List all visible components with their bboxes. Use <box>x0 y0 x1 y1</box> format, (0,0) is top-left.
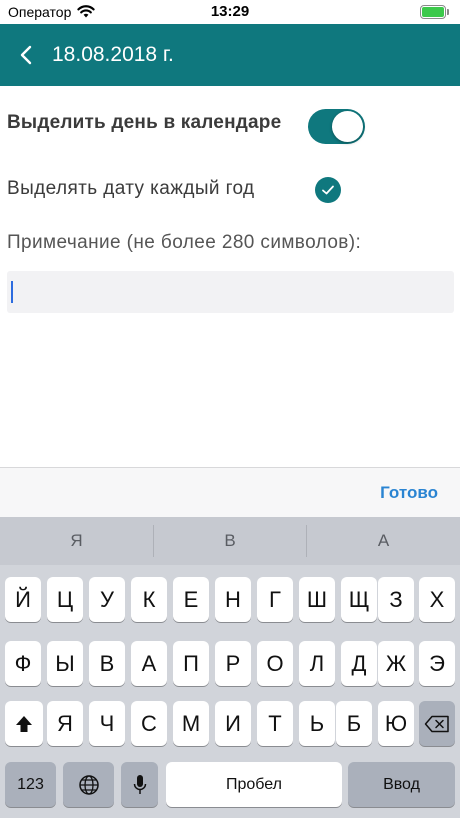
key[interactable]: З <box>378 577 414 622</box>
backspace-icon <box>424 715 449 732</box>
key[interactable]: Щ <box>341 577 377 622</box>
key[interactable]: Ч <box>89 701 125 746</box>
highlight-day-label: Выделить день в календаре <box>7 112 282 133</box>
key[interactable]: Ш <box>299 577 335 622</box>
key[interactable]: М <box>173 701 209 746</box>
key[interactable]: И <box>215 701 251 746</box>
battery-icon <box>420 5 450 19</box>
key[interactable]: Ь <box>299 701 335 746</box>
note-label: Примечание (не более 280 символов): <box>7 232 362 253</box>
yearly-checkbox[interactable] <box>315 177 341 203</box>
key[interactable]: О <box>257 641 293 686</box>
key[interactable]: Р <box>215 641 251 686</box>
done-button[interactable]: Готово <box>380 483 438 503</box>
key[interactable]: Ж <box>378 641 414 686</box>
keyboard-accessory-bar: Готово <box>0 467 460 517</box>
key[interactable]: Й <box>5 577 41 622</box>
microphone-icon <box>133 774 146 794</box>
page-title: 18.08.2018 г. <box>52 43 174 66</box>
key[interactable]: Х <box>419 577 455 622</box>
key[interactable]: Г <box>257 577 293 622</box>
key[interactable]: Ф <box>5 641 41 686</box>
key[interactable]: Я <box>47 701 83 746</box>
back-chevron-icon[interactable] <box>14 42 40 68</box>
key[interactable]: Б <box>336 701 372 746</box>
suggestion-item[interactable]: А <box>307 517 460 565</box>
return-key[interactable]: Ввод <box>348 762 455 807</box>
key[interactable]: С <box>131 701 167 746</box>
key[interactable]: У <box>89 577 125 622</box>
checkmark-icon <box>322 185 334 195</box>
key[interactable]: Л <box>299 641 335 686</box>
space-key[interactable]: Пробел <box>166 762 342 807</box>
key[interactable]: А <box>131 641 167 686</box>
key[interactable]: Е <box>173 577 209 622</box>
highlight-day-toggle[interactable] <box>308 109 365 144</box>
key[interactable]: П <box>173 641 209 686</box>
globe-key[interactable] <box>63 762 114 807</box>
status-bar: Оператор 13:29 <box>0 0 460 24</box>
numbers-key[interactable]: 123 <box>5 762 56 807</box>
navigation-bar: 18.08.2018 г. <box>0 24 460 86</box>
keyboard: Я В А Й Ц У К Е Н Г Ш Щ З Х Ф Ы В А П Р … <box>0 517 460 818</box>
key[interactable]: Ц <box>47 577 83 622</box>
suggestion-item[interactable]: В <box>154 517 306 565</box>
key[interactable]: К <box>131 577 167 622</box>
key[interactable]: Н <box>215 577 251 622</box>
key[interactable]: Ы <box>47 641 83 686</box>
key[interactable]: Э <box>419 641 455 686</box>
status-time: 13:29 <box>210 3 250 20</box>
backspace-key[interactable] <box>419 701 455 746</box>
note-input[interactable] <box>7 271 454 313</box>
globe-icon <box>78 774 99 795</box>
text-caret <box>11 281 13 303</box>
key[interactable]: Ю <box>378 701 414 746</box>
dictation-key[interactable] <box>121 762 158 807</box>
key[interactable]: В <box>89 641 125 686</box>
key[interactable]: Т <box>257 701 293 746</box>
shift-icon <box>16 715 32 732</box>
suggestion-item[interactable]: Я <box>0 517 153 565</box>
key[interactable]: Д <box>341 641 377 686</box>
yearly-label: Выделять дату каждый год <box>7 178 255 199</box>
toggle-knob <box>332 111 363 142</box>
shift-key[interactable] <box>5 701 43 746</box>
suggestion-bar: Я В А <box>0 517 460 565</box>
